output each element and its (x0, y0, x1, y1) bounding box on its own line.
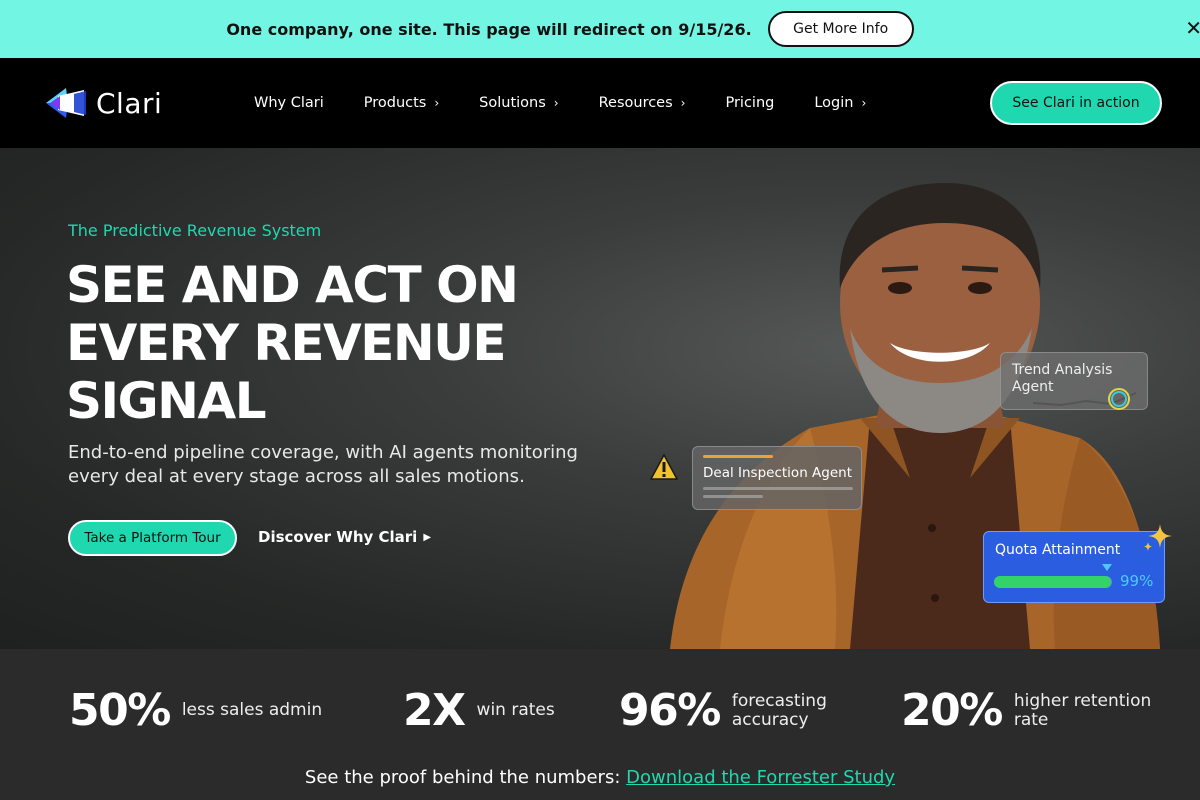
play-triangle-icon: ▶ (423, 531, 432, 543)
stat-label: less sales admin (182, 701, 322, 720)
card-accent-line (703, 455, 773, 458)
nav-item-label: Solutions (479, 95, 546, 111)
nav-item-pricing[interactable]: Pricing (725, 95, 774, 111)
stat-label: forecasting accuracy (731, 690, 827, 730)
stat-item: 50% less sales admin (69, 685, 322, 736)
nav-menu: Why Clari Products › Solutions › Resources… (254, 58, 906, 148)
proof-text: See the proof behind the numbers: (304, 767, 621, 788)
logo-text: Clari (96, 86, 163, 120)
stat-label-line: higher retention (1013, 690, 1152, 711)
card-placeholder-line (703, 495, 763, 498)
nav-item-label: Login (814, 95, 854, 111)
nav-item-label: Why Clari (254, 95, 324, 111)
warning-icon (650, 454, 678, 480)
nav-item-solutions[interactable]: Solutions › (479, 95, 558, 111)
quota-percent: 99% (1120, 572, 1154, 590)
stats-section: 50% less sales admin 2X win rates 96% fo… (0, 649, 1200, 800)
stat-value: 20% (901, 685, 1003, 736)
hero-section: The Predictive Revenue System SEE AND AC… (0, 148, 1200, 649)
hero-headline: SEE AND ACT ON EVERY REVENUE SIGNAL (66, 256, 626, 430)
stat-label-line: less sales admin (181, 700, 323, 720)
download-forrester-study-link[interactable]: Download the Forrester Study (626, 767, 895, 788)
hero-subtext: End-to-end pipeline coverage, with AI ag… (68, 442, 578, 487)
stat-label-line: forecasting (731, 690, 827, 711)
stat-label: higher retention rate (1013, 690, 1152, 730)
nav-item-label: Pricing (725, 95, 775, 111)
take-platform-tour-button[interactable]: Take a Platform Tour (68, 520, 237, 556)
quota-attainment-card: Quota Attainment 99% (983, 531, 1165, 603)
get-more-info-button[interactable]: Get More Info (767, 11, 914, 47)
stat-item: 20% higher retention rate (901, 685, 1151, 736)
stat-value: 96% (619, 685, 721, 736)
stat-label-line: win rates (476, 700, 555, 720)
stat-label: win rates (477, 701, 555, 720)
chevron-right-icon: › (861, 96, 867, 110)
stat-value: 2X (403, 685, 466, 736)
trend-line-icon (1032, 388, 1137, 410)
nav-item-label: Products (363, 95, 427, 111)
link-label: Discover Why Clari (258, 528, 418, 546)
announcement-banner: One company, one site. This page will re… (0, 0, 1200, 58)
sparkle-icon (1144, 524, 1172, 551)
deal-card-title: Deal Inspection Agent (703, 465, 852, 481)
headline-line: SEE AND ACT ON (66, 256, 519, 314)
nav-item-why-clari[interactable]: Why Clari (254, 95, 324, 111)
main-nav: Clari Why Clari Products › Solutions › Res… (0, 58, 1200, 148)
trend-analysis-agent-card: Trend Analysis Agent (1000, 352, 1148, 410)
clari-logo-icon (46, 88, 86, 118)
see-clari-in-action-button[interactable]: See Clari in action (990, 81, 1162, 125)
marker-triangle-icon (1102, 564, 1112, 571)
headline-line: EVERY REVENUE (66, 314, 507, 372)
proof-line: See the proof behind the numbers: Downlo… (0, 767, 1200, 788)
banner-text: One company, one site. This page will re… (226, 19, 752, 39)
chevron-right-icon: › (680, 96, 686, 110)
nav-item-products[interactable]: Products › (364, 95, 439, 111)
chevron-right-icon: › (434, 96, 440, 110)
hero-eyebrow: The Predictive Revenue System (68, 221, 322, 240)
nav-item-login[interactable]: Login › (814, 95, 866, 111)
stat-value: 50% (69, 685, 171, 736)
stat-label-line: accuracy (731, 709, 809, 730)
stat-item: 96% forecasting accuracy (619, 685, 827, 736)
card-placeholder-line (703, 487, 853, 490)
nav-item-label: Resources (598, 95, 673, 111)
nav-item-resources[interactable]: Resources › (599, 95, 686, 111)
discover-why-clari-link[interactable]: Discover Why Clari ▶ (258, 528, 431, 546)
quota-progress-fill (994, 576, 1111, 588)
close-icon[interactable]: ✕ (1185, 16, 1200, 40)
deal-inspection-agent-card: Deal Inspection Agent (692, 446, 862, 510)
chevron-right-icon: › (553, 96, 559, 110)
stat-item: 2X win rates (403, 685, 555, 736)
quota-progress-bar (994, 576, 1112, 588)
quota-card-title: Quota Attainment (995, 542, 1121, 558)
stat-label-line: rate (1013, 709, 1049, 730)
clari-logo[interactable]: Clari (44, 84, 162, 122)
headline-line: SIGNAL (66, 372, 267, 430)
